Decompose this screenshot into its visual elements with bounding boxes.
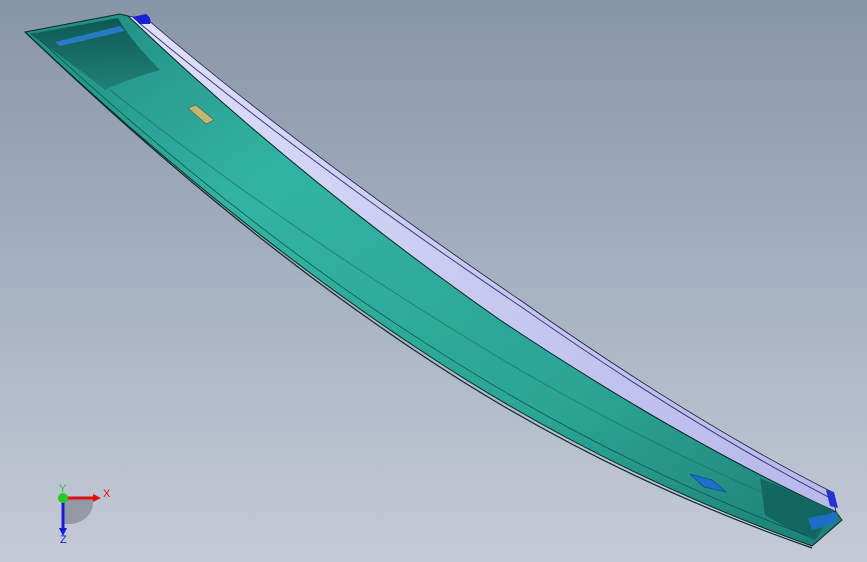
z-axis-label: Z [60,534,67,544]
coordinate-triad: X Y Z [58,483,111,544]
spoiler-part-model[interactable] [0,0,867,562]
3d-viewport[interactable]: X Y Z [0,0,867,562]
part-main-surface [23,13,843,547]
x-axis-arrowhead [93,494,101,502]
y-axis-label: Y [59,483,67,495]
triad-shadow [63,498,94,524]
x-axis-label: X [103,488,111,500]
part-side-wall [126,15,837,513]
part-side-trim [137,21,835,501]
